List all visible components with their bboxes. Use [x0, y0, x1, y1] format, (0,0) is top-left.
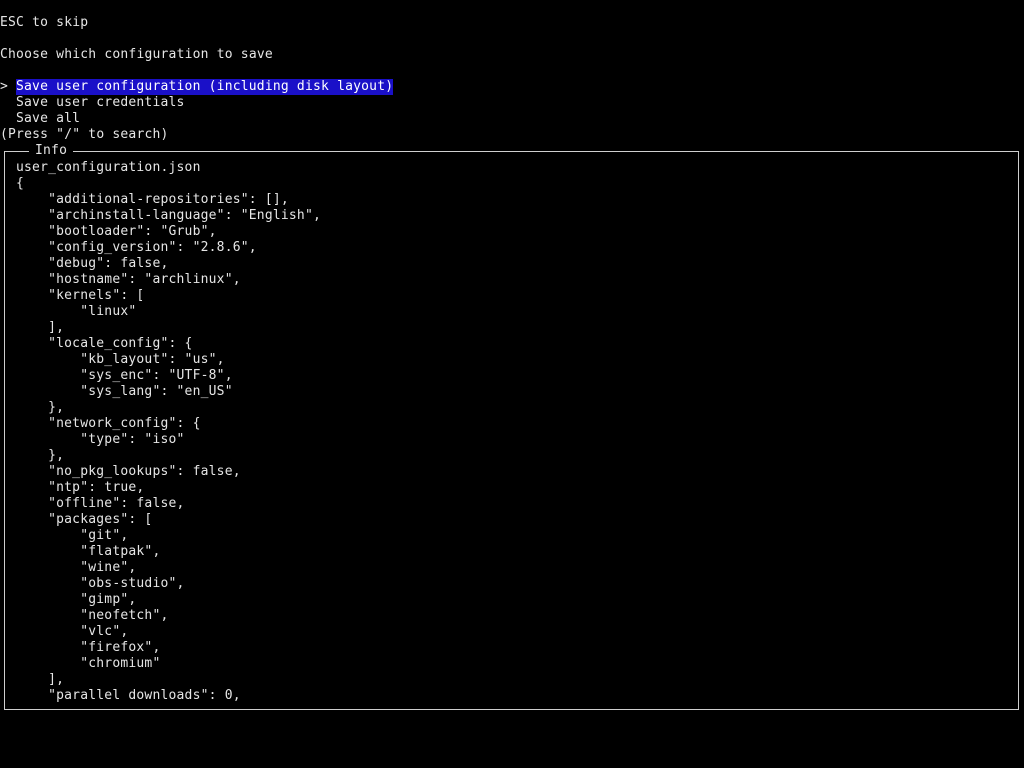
info-panel-title: Info [29, 143, 74, 159]
json-code-line: "ntp": true, [16, 480, 145, 495]
json-code-line: "locale_config": { [16, 336, 193, 351]
preview-filename: user_configuration.json [16, 160, 201, 175]
menu-item-save-user-configuration[interactable]: > Save user configuration (including disk… [0, 79, 394, 95]
json-code-line: { [16, 176, 25, 191]
json-preview: { "additional-repositories": [], "archin… [16, 176, 321, 704]
json-code-line: "sys_lang": "en_US" [16, 384, 233, 399]
json-code-line: }, [16, 448, 65, 463]
save-options-menu: > Save user configuration (including disk… [0, 79, 394, 127]
json-code-line: "flatpak", [16, 544, 161, 559]
json-code-line: "config_version": "2.8.6", [16, 240, 257, 255]
json-code-line: "debug": false, [16, 256, 169, 271]
json-code-line: "parallel downloads": 0, [16, 688, 241, 703]
menu-item-label: Save user credentials [16, 95, 185, 110]
json-code-line: "wine", [16, 560, 137, 575]
json-code-line: "archinstall-language": "English", [16, 208, 322, 223]
json-code-line: ], [16, 320, 65, 335]
json-code-line: "offline": false, [16, 496, 185, 511]
search-hint: (Press "/" to search) [0, 127, 169, 142]
json-code-line: }, [16, 400, 65, 415]
json-code-line: "gimp", [16, 592, 137, 607]
menu-item-save-all[interactable]: Save all [0, 111, 393, 127]
json-code-line: "git", [16, 528, 129, 543]
prompt-title: Choose which configuration to save [0, 47, 273, 62]
json-code-line: "obs-studio", [16, 576, 185, 591]
menu-item-label: Save all [16, 111, 81, 126]
selection-cursor-icon: > [0, 79, 9, 94]
json-code-line: "additional-repositories": [], [16, 192, 289, 207]
json-code-line: "kb_layout": "us", [16, 352, 225, 367]
info-panel: Info user_configuration.json { "addition… [4, 143, 1019, 710]
menu-item-label: Save user configuration (including disk … [16, 79, 394, 95]
json-code-line: "no_pkg_lookups": false, [16, 464, 241, 479]
json-code-line: "hostname": "archlinux", [16, 272, 241, 287]
json-code-line: "network_config": { [16, 416, 201, 431]
json-code-line: "chromium" [16, 656, 161, 671]
json-code-line: "neofetch", [16, 608, 169, 623]
json-code-line: "sys_enc": "UTF-8", [16, 368, 233, 383]
json-code-line: "vlc", [16, 624, 129, 639]
json-code-line: "firefox", [16, 640, 161, 655]
json-code-line: "linux" [16, 304, 137, 319]
json-code-line: "packages": [ [16, 512, 153, 527]
esc-skip-hint: ESC to skip [0, 15, 89, 30]
menu-item-save-user-credentials[interactable]: Save user credentials [0, 95, 393, 111]
json-code-line: "type": "iso" [16, 432, 185, 447]
json-code-line: ], [16, 672, 65, 687]
json-code-line: "bootloader": "Grub", [16, 224, 217, 239]
json-code-line: "kernels": [ [16, 288, 145, 303]
